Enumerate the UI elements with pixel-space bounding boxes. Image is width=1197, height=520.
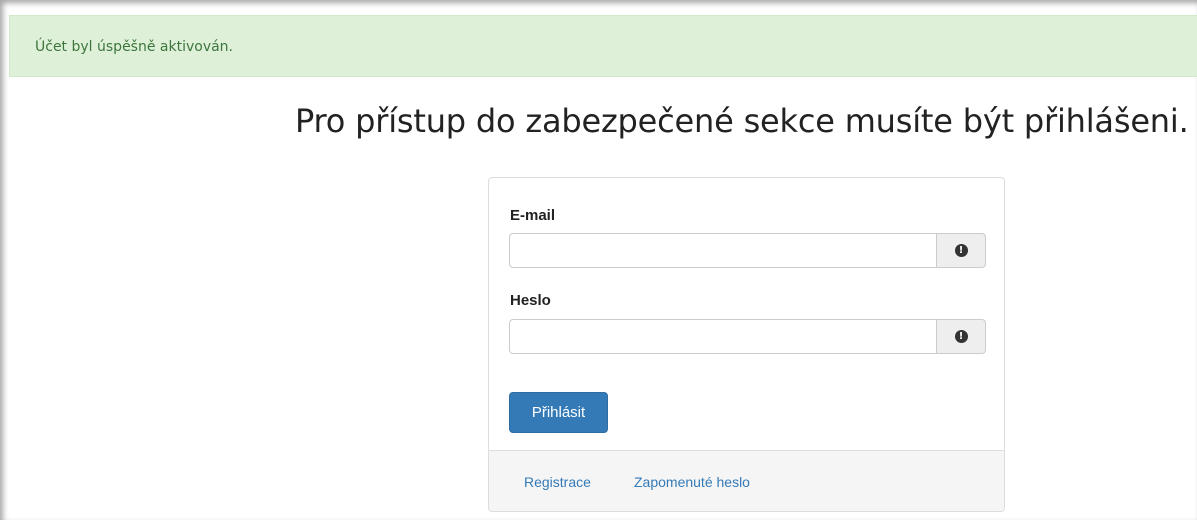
page-frame: Účet byl úspěšně aktivován. Pro přístup … [0, 0, 1197, 520]
email-label: E-mail [510, 207, 556, 224]
success-alert: Účet byl úspěšně aktivován. [9, 15, 1197, 77]
panel-footer: Registrace Zapomenuté heslo [489, 450, 1004, 511]
exclamation-circle-icon: ! [954, 330, 968, 343]
password-label: Heslo [510, 292, 551, 309]
login-panel: E-mail ! Heslo ! Přihlásit Registrace Za… [488, 177, 1005, 512]
password-input-group: ! [509, 319, 986, 354]
login-button[interactable]: Přihlásit [509, 392, 608, 433]
email-field[interactable] [509, 233, 936, 268]
password-addon: ! [936, 319, 986, 354]
email-input-group: ! [509, 233, 986, 268]
email-addon: ! [936, 233, 986, 268]
alert-message: Účet byl úspěšně aktivován. [35, 39, 234, 55]
forgot-password-link[interactable]: Zapomenuté heslo [634, 474, 750, 490]
register-link[interactable]: Registrace [524, 474, 591, 490]
page-title: Pro přístup do zabezpečené sekce musíte … [295, 102, 1189, 140]
exclamation-circle-icon: ! [954, 244, 968, 257]
password-field[interactable] [509, 319, 936, 354]
